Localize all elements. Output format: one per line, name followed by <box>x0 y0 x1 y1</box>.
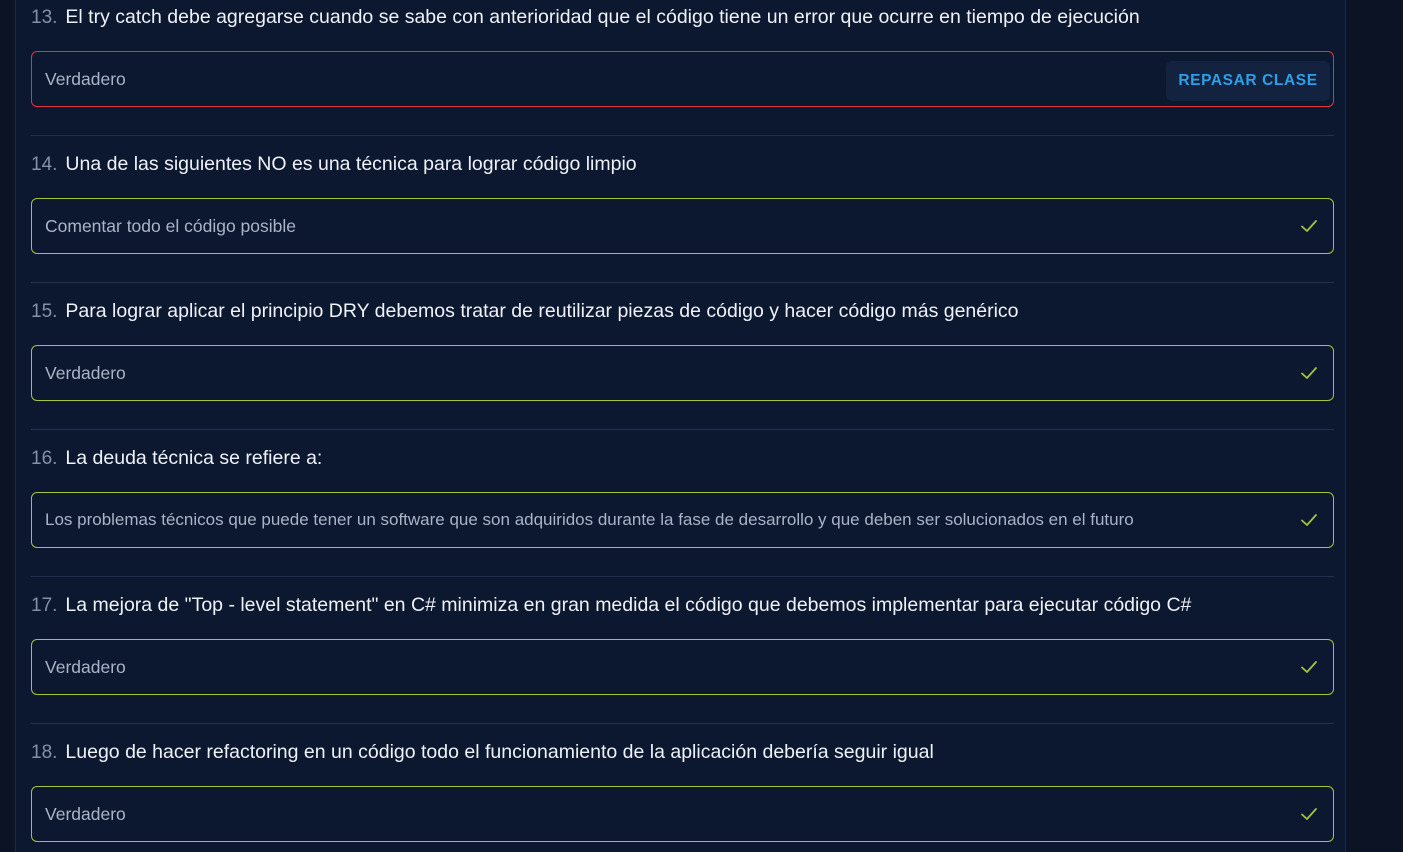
divider <box>31 723 1334 724</box>
quiz-results-page: 13. El try catch debe agregarse cuando se… <box>0 0 1403 852</box>
answer-correct: Verdadero <box>31 639 1334 695</box>
check-icon <box>1301 808 1317 820</box>
check-icon <box>1301 514 1317 526</box>
divider <box>31 135 1334 136</box>
answer-incorrect: Verdadero REPASAR CLASE <box>31 51 1334 107</box>
answer-correct: Verdadero <box>31 345 1334 401</box>
question-title: 15. Para lograr aplicar el principio DRY … <box>31 296 1019 326</box>
question-number: 18. <box>31 742 58 763</box>
answer-correct: Comentar todo el código posible <box>31 198 1334 254</box>
review-class-button[interactable]: REPASAR CLASE <box>1166 61 1330 101</box>
question-title: 14. Una de las siguientes NO es una técni… <box>31 149 637 179</box>
answer-correct: Verdadero <box>31 786 1334 842</box>
check-icon <box>1301 661 1317 673</box>
question-number: 13. <box>31 7 58 28</box>
check-icon <box>1301 220 1317 232</box>
divider <box>31 576 1334 577</box>
question-number: 15. <box>31 301 58 322</box>
results-panel: 13. El try catch debe agregarse cuando se… <box>15 0 1346 852</box>
question-text: Luego de hacer refactoring en un código … <box>65 741 934 763</box>
answer-text: Verdadero <box>45 804 126 824</box>
question-text: La deuda técnica se refiere a: <box>65 447 323 469</box>
question-text: Para lograr aplicar el principio DRY deb… <box>65 300 1019 322</box>
question-number: 14. <box>31 154 58 175</box>
question-number: 17. <box>31 595 58 616</box>
divider <box>31 429 1334 430</box>
question-number: 16. <box>31 448 58 469</box>
question-title: 13. El try catch debe agregarse cuando se… <box>31 2 1140 32</box>
question-title: 17. La mejora de "Top - level statement" … <box>31 590 1191 620</box>
question-text: Una de las siguientes NO es una técnica … <box>65 153 637 175</box>
question-text: La mejora de "Top - level statement" en … <box>65 594 1192 616</box>
answer-text: Verdadero <box>45 363 126 383</box>
answer-text: Comentar todo el código posible <box>45 216 296 236</box>
question-title: 16. La deuda técnica se refiere a: <box>31 443 322 473</box>
answer-text: Los problemas técnicos que puede tener u… <box>45 510 1134 529</box>
question-text: El try catch debe agregarse cuando se sa… <box>65 6 1140 28</box>
divider <box>31 282 1334 283</box>
answer-correct: Los problemas técnicos que puede tener u… <box>31 492 1334 548</box>
check-icon <box>1301 367 1317 379</box>
answer-text: Verdadero <box>45 657 126 677</box>
answer-text: Verdadero <box>45 69 126 89</box>
question-title: 18. Luego de hacer refactoring en un códi… <box>31 737 934 767</box>
